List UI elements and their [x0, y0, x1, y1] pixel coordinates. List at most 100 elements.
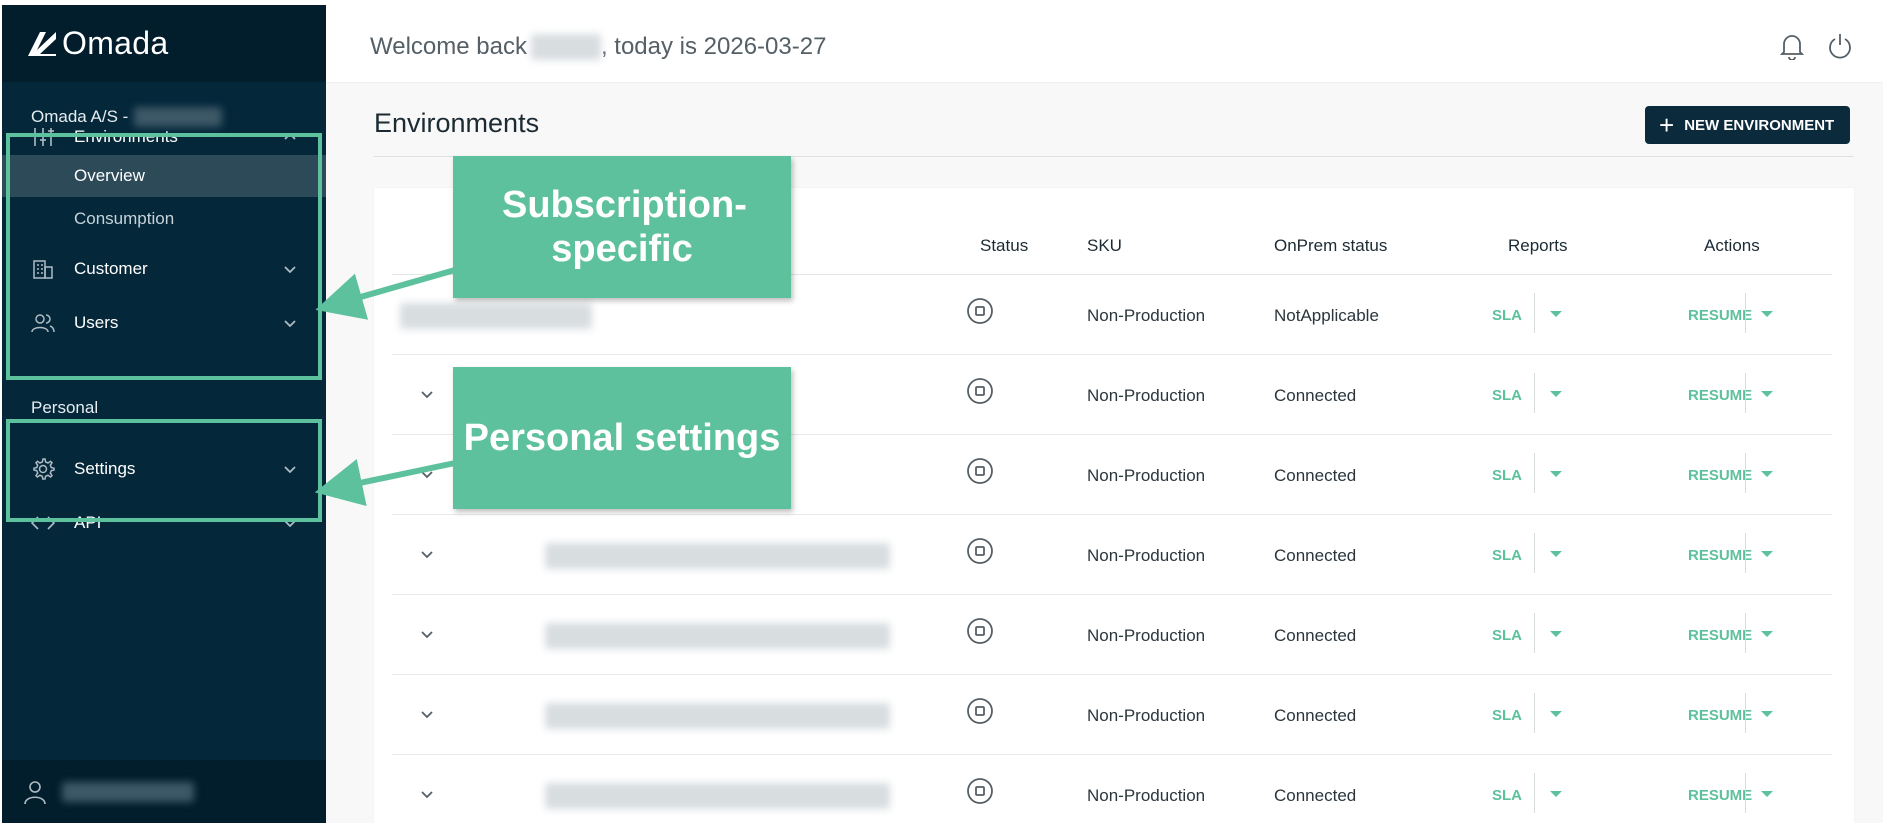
column-header-status: Status — [980, 236, 1029, 255]
sla-report-button[interactable]: SLA — [1492, 787, 1522, 804]
divider — [1534, 293, 1535, 333]
divider — [1745, 373, 1746, 413]
column-header-actions: Actions — [1704, 236, 1760, 255]
chevron-down-icon — [421, 711, 433, 719]
report-dropdown-button[interactable] — [1550, 547, 1562, 557]
callout-personal-text: Personal settings — [463, 416, 781, 459]
resume-button[interactable]: RESUME — [1688, 707, 1752, 724]
caret-down-icon — [1550, 711, 1562, 717]
sidebar-item-users[interactable]: Users — [2, 299, 326, 347]
sidebar-item-api[interactable]: API — [2, 499, 326, 547]
sliders-icon — [30, 124, 56, 150]
divider — [1534, 533, 1535, 573]
expand-row-button[interactable] — [414, 621, 440, 647]
actions-dropdown-button[interactable] — [1761, 307, 1773, 317]
column-header-onprem: OnPrem status — [1274, 236, 1388, 255]
caret-down-icon — [1550, 631, 1562, 637]
resume-button[interactable]: RESUME — [1688, 467, 1752, 484]
sidebar-item-customer[interactable]: Customer — [2, 245, 326, 293]
user-profile-bar[interactable] — [2, 760, 326, 823]
sidebar-item-label: API — [74, 513, 102, 532]
chevron-down-icon — [284, 266, 296, 274]
chevron-down-icon — [421, 551, 433, 559]
report-dropdown-button[interactable] — [1550, 787, 1562, 797]
report-dropdown-button[interactable] — [1550, 307, 1562, 317]
logo-text: Omada — [62, 25, 169, 61]
report-dropdown-button[interactable] — [1550, 467, 1562, 477]
caret-down-icon — [1550, 311, 1562, 317]
top-header: Welcome back , today is 2026-03-27 — [326, 5, 1883, 83]
expand-row-button[interactable] — [414, 541, 440, 567]
caret-down-icon — [1761, 551, 1773, 557]
sla-report-button[interactable]: SLA — [1492, 387, 1522, 404]
table-row: Non-Production Connected SLA RESUME — [392, 595, 1832, 675]
chevron-down-icon — [421, 471, 433, 479]
report-dropdown-button[interactable] — [1550, 387, 1562, 397]
actions-dropdown-button[interactable] — [1761, 467, 1773, 477]
onprem-status-value: Connected — [1274, 466, 1357, 485]
sku-value: Non-Production — [1087, 386, 1206, 405]
environment-name-redacted — [545, 783, 890, 809]
expand-row-button[interactable] — [414, 381, 440, 407]
sla-report-button[interactable]: SLA — [1492, 627, 1522, 644]
sla-report-button[interactable]: SLA — [1492, 467, 1522, 484]
actions-dropdown-button[interactable] — [1761, 547, 1773, 557]
user-icon — [22, 779, 48, 805]
username-redacted — [530, 34, 601, 60]
status-stop-icon — [967, 778, 993, 804]
welcome-message: Welcome back , today is 2026-03-27 — [370, 33, 826, 61]
expand-row-button[interactable] — [414, 701, 440, 727]
resume-button[interactable]: RESUME — [1688, 787, 1752, 804]
actions-dropdown-button[interactable] — [1761, 787, 1773, 797]
divider — [1745, 293, 1746, 333]
power-icon — [1829, 34, 1851, 59]
environment-name-redacted — [400, 303, 592, 329]
report-dropdown-button[interactable] — [1550, 707, 1562, 717]
report-dropdown-button[interactable] — [1550, 627, 1562, 637]
status-stop-icon — [967, 458, 993, 484]
sla-report-button[interactable]: SLA — [1492, 707, 1522, 724]
sidebar-item-settings[interactable]: Settings — [2, 445, 326, 493]
divider — [1534, 693, 1535, 733]
sla-report-button[interactable]: SLA — [1492, 547, 1522, 564]
resume-button[interactable]: RESUME — [1688, 627, 1752, 644]
sidebar-item-environments[interactable]: Environments — [2, 113, 326, 161]
sidebar-item-label: Consumption — [74, 209, 175, 228]
divider — [1745, 693, 1746, 733]
sidebar-item-overview[interactable]: Overview — [2, 155, 326, 197]
resume-button[interactable]: RESUME — [1688, 547, 1752, 564]
status-stop-icon — [967, 698, 993, 724]
environment-name-redacted — [545, 623, 890, 649]
chevron-down-icon — [284, 466, 296, 474]
sla-report-button[interactable]: SLA — [1492, 307, 1522, 324]
expand-row-button[interactable] — [414, 461, 440, 487]
actions-dropdown-button[interactable] — [1761, 627, 1773, 637]
table-row: Non-Production Connected SLA RESUME — [392, 515, 1832, 595]
caret-down-icon — [1761, 471, 1773, 477]
environment-name-redacted — [545, 703, 890, 729]
sidebar-item-label: Settings — [74, 459, 136, 478]
user-name-redacted — [62, 781, 194, 802]
status-stop-icon — [967, 378, 993, 404]
onprem-status-value: Connected — [1274, 786, 1357, 805]
sidebar-item-consumption[interactable]: Consumption — [2, 198, 326, 240]
app-root: Omada Omada A/S - Environments Overview … — [0, 0, 1883, 823]
callout-subscription-text: Subscription-specific — [502, 184, 747, 270]
table-row: Non-Production Connected SLA RESUME — [392, 755, 1832, 823]
actions-dropdown-button[interactable] — [1761, 387, 1773, 397]
sidebar-item-label: Customer — [74, 259, 148, 278]
caret-down-icon — [1761, 791, 1773, 797]
sku-value: Non-Production — [1087, 786, 1206, 805]
logout-button[interactable] — [1823, 29, 1857, 63]
chevron-down-icon — [421, 791, 433, 799]
resume-button[interactable]: RESUME — [1688, 387, 1752, 404]
new-environment-button[interactable]: + NEW ENVIRONMENT — [1645, 106, 1850, 144]
chevron-up-icon — [284, 132, 296, 140]
caret-down-icon — [1550, 391, 1562, 397]
resume-button[interactable]: RESUME — [1688, 307, 1752, 324]
onprem-status-value: Connected — [1274, 386, 1357, 405]
actions-dropdown-button[interactable] — [1761, 707, 1773, 717]
expand-row-button[interactable] — [414, 781, 440, 807]
notifications-button[interactable] — [1775, 29, 1809, 63]
gear-icon — [30, 456, 56, 482]
